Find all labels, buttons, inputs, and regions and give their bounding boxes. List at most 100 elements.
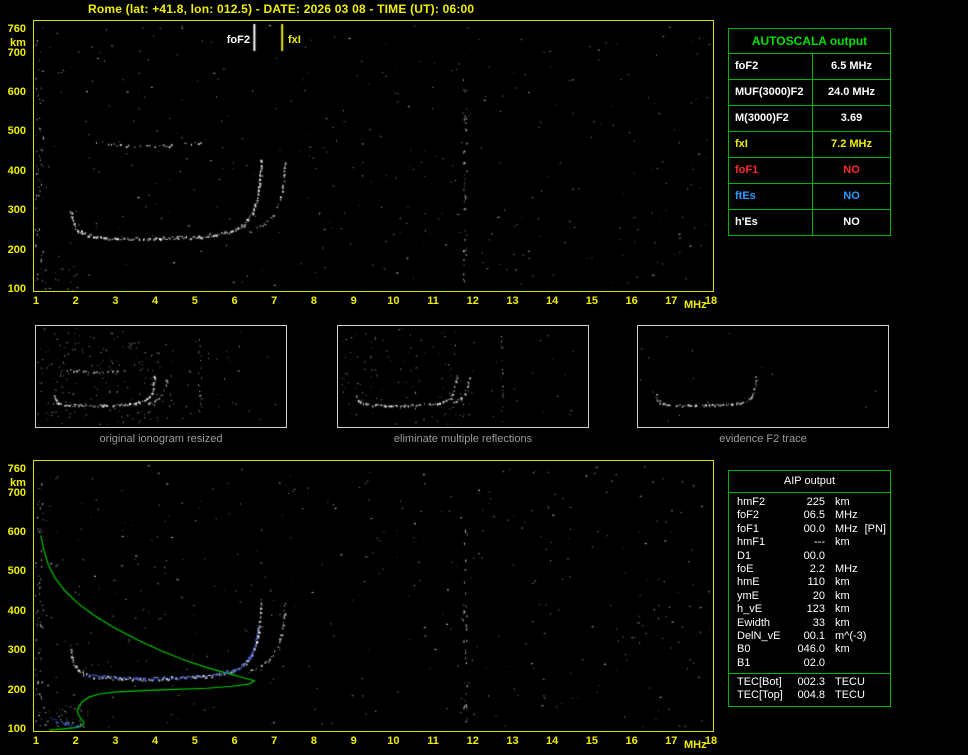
aip-param-value: 20 [812, 589, 825, 602]
x-tick-label: 8 [310, 295, 317, 307]
y-tick-label: 100 [7, 723, 26, 735]
x-tick-label: 1 [32, 295, 40, 307]
aip-param-value: --- [814, 536, 825, 549]
autoscala-row-label: h'Es [729, 210, 813, 235]
aip-param-unit: km [835, 536, 850, 549]
autoscala-row: M(3000)F2 3.69 [729, 106, 890, 132]
x-tick-label: 17 [665, 735, 678, 747]
autoscala-table-title: AUTOSCALA output [729, 29, 890, 54]
aip-param-unit: km [835, 589, 850, 602]
aip-param-value: 004.8 [797, 689, 825, 702]
aip-param-name: hmF1 [737, 536, 766, 549]
aip-param-name: h_vE [737, 603, 763, 616]
aip-param-unit: m^(-3) [835, 629, 867, 642]
x-tick-label: 2 [72, 295, 79, 307]
y-tick-label: 200 [7, 243, 26, 256]
y-tick-label: 300 [7, 204, 26, 217]
x-tick-label: 7 [271, 735, 278, 747]
aip-param-value: 123 [806, 603, 825, 616]
eliminate-reflections-thumbnail-plot [338, 326, 588, 427]
x-tick-label: 8 [310, 735, 317, 747]
aip-row: D1 00.0 [737, 550, 886, 563]
aip-param-name: hmE [737, 576, 760, 589]
aip-param-name: DelN_vE [737, 629, 781, 642]
x-tick-label: 13 [506, 295, 519, 307]
autoscala-row-label: M(3000)F2 [729, 106, 813, 131]
aip-row: DelN_vE 00.1 m^(-3) [737, 630, 886, 643]
aip-param-unit: MHz [835, 509, 858, 522]
aip-param-unit: MHz [835, 562, 858, 575]
y-tick-label: 500 [7, 565, 26, 578]
aip-param-value: 00.0 [803, 549, 825, 562]
x-tick-label: 14 [546, 295, 559, 307]
aip-row: foF1 00.0 MHz [PN] [737, 523, 886, 536]
aip-param-name: foE [737, 562, 754, 575]
aip-row: hmF2 225 km [737, 496, 886, 509]
thumbnail-evidence-f2-trace [637, 325, 889, 428]
autoscala-row-value: 7.2 MHz [831, 138, 872, 150]
x-tick-label: 3 [112, 295, 119, 307]
original-ionogram-thumbnail-plot [36, 326, 286, 427]
aip-table-body: hmF2 225 km foF2 06.5 MHz foF1 00.0 MHz [PN] hmF1 -… [729, 493, 890, 670]
aip-param-name: B1 [737, 656, 751, 669]
x-tick-label: 16 [625, 735, 638, 747]
aip-param-unit: km [835, 616, 850, 629]
x-tick-label: 12 [466, 295, 479, 307]
y-tick-label: 400 [7, 164, 26, 177]
aip-row: B0 046.0 km [737, 643, 886, 656]
fxi-marker-label: fxI [288, 34, 301, 46]
evidence-f2-trace-thumbnail-plot [638, 326, 888, 427]
y-tick-label: 760 [7, 463, 26, 475]
thumbnail-caption-original: original ionogram resized [99, 433, 223, 445]
x-tick-label: 11 [427, 295, 439, 307]
autoscala-row-value: 3.69 [840, 112, 863, 124]
x-tick-label: 2 [72, 735, 79, 747]
aip-param-name: TEC[Top] [737, 689, 783, 702]
autoscala-row-value: 24.0 MHz [827, 86, 876, 98]
aip-output-table: AIP output hmF2 225 km foF2 06.5 MHz foF1 00.0 M… [728, 470, 891, 707]
autoscala-row-value: NO [843, 216, 860, 228]
aip-row: TEC[Top] 004.8 TECU [737, 689, 886, 702]
autoscala-row: h'Es NO [729, 210, 890, 235]
autoscala-output-table: AUTOSCALA output foF2 6.5 MHz MUF(3000)F2 2… [728, 28, 891, 236]
aip-param-value: 00.1 [803, 629, 825, 642]
aip-tec-section: TEC[Bot] 002.3 TECU TEC[Top] 004.8 TECU [729, 673, 890, 706]
autoscala-row: ftEs NO [729, 184, 890, 210]
aip-param-name: ymE [737, 589, 759, 602]
aip-row: Ewidth 33 km [737, 617, 886, 630]
x-axis-unit: MHz [684, 299, 707, 311]
aip-row: foF2 06.5 MHz [737, 509, 886, 522]
thumbnail-original-ionogram [35, 325, 287, 428]
x-tick-label: 14 [546, 735, 559, 747]
x-tick-label: 15 [585, 735, 598, 747]
aip-param-unit: km [835, 576, 850, 589]
autoscala-row: foF2 6.5 MHz [729, 54, 890, 80]
x-tick-label: 16 [625, 295, 638, 307]
x-tick-label: 4 [152, 735, 159, 747]
x-tick-label: 10 [387, 735, 400, 747]
aip-param-unit: km [835, 496, 850, 508]
x-axis-unit: MHz [684, 739, 707, 751]
x-tick-label: 7 [271, 295, 278, 307]
aip-param-value: 00.0 [803, 522, 825, 535]
aip-row: h_vE 123 km [737, 603, 886, 616]
x-tick-label: 17 [665, 295, 678, 307]
top-ionogram-panel: foF2 fxI [33, 20, 714, 292]
x-tick-label: 6 [231, 735, 238, 747]
aip-param-name: foF2 [737, 509, 760, 522]
aip-row: B1 02.0 [737, 657, 886, 670]
x-tick-label: 10 [387, 295, 400, 307]
x-tick-label: 13 [506, 735, 519, 747]
x-tick-label: 15 [585, 295, 598, 307]
y-tick-label: 200 [7, 683, 26, 696]
aip-param-unit: TECU [835, 676, 865, 689]
aip-param-value: 06.5 [803, 509, 825, 522]
aip-param-value: 110 [807, 576, 825, 589]
aip-param-name: TEC[Bot] [737, 676, 782, 689]
y-tick-label: 500 [7, 125, 26, 138]
bottom-ionogram-panel [33, 460, 714, 732]
top-ionogram-plot [34, 21, 713, 291]
aip-row: foE 2.2 MHz [737, 563, 886, 576]
y-tick-label: 400 [7, 604, 26, 617]
aip-param-name: D1 [737, 549, 752, 562]
